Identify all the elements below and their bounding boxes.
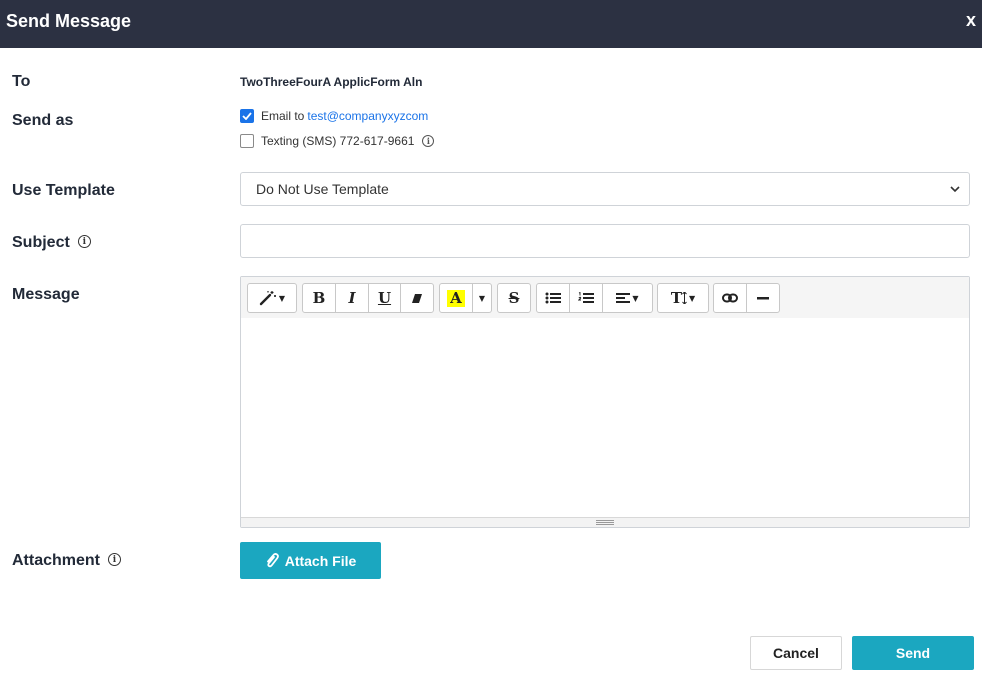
template-label: Use Template <box>12 182 115 199</box>
subject-label-text: Subject <box>12 234 70 251</box>
horizontal-rule-icon <box>757 296 769 299</box>
font-size-button[interactable]: T ▼ <box>658 284 708 312</box>
text-height-icon <box>682 292 687 304</box>
bullet-list-icon <box>545 292 561 304</box>
attachment-label: Attachment i <box>12 552 122 570</box>
bold-button[interactable]: B <box>303 284 336 312</box>
caret-down-icon: ▼ <box>689 293 696 303</box>
font-size-group: T ▼ <box>657 283 709 313</box>
list-group: ▼ <box>536 283 653 313</box>
template-selected-value: Do Not Use Template <box>256 181 389 197</box>
numbered-list-button[interactable] <box>570 284 603 312</box>
color-group: A ▼ <box>439 283 492 313</box>
bullet-list-button[interactable] <box>537 284 570 312</box>
email-option[interactable]: Email to test@companyxyzcom <box>240 109 428 123</box>
subject-input[interactable] <box>240 224 970 258</box>
strike-group: S <box>497 283 531 313</box>
dialog-title: Send Message <box>6 11 132 31</box>
caret-down-icon: ▼ <box>632 293 639 303</box>
sms-option[interactable]: Texting (SMS) 772-617-9661 i <box>240 134 435 148</box>
editor-resize-handle[interactable] <box>241 517 969 527</box>
attach-file-button[interactable]: Attach File <box>240 542 381 579</box>
subject-label: Subject i <box>12 234 91 252</box>
insert-group <box>713 283 780 313</box>
close-button[interactable]: x <box>966 10 976 31</box>
eraser-icon <box>412 294 422 303</box>
send-button[interactable]: Send <box>852 636 974 670</box>
to-label: To <box>12 73 31 90</box>
highlight-color-button[interactable]: A <box>440 284 473 312</box>
format-group: B I U <box>302 283 434 313</box>
info-icon[interactable]: i <box>77 235 91 249</box>
dialog-header: Send Message x <box>0 0 982 48</box>
align-button[interactable]: ▼ <box>603 284 652 312</box>
color-dropdown-button[interactable]: ▼ <box>473 284 491 312</box>
sms-checkbox[interactable] <box>240 134 254 148</box>
underline-button[interactable]: U <box>369 284 401 312</box>
send-as-label: Send as <box>12 112 74 129</box>
message-label: Message <box>12 286 80 303</box>
email-address-link[interactable]: test@companyxyzcom <box>307 109 428 123</box>
message-editor[interactable]: ▼ B I U A ▼ S ▼ T ▼ <box>240 276 970 528</box>
sms-option-label: Texting (SMS) 772-617-9661 <box>261 134 415 148</box>
italic-button[interactable]: I <box>336 284 369 312</box>
style-button[interactable]: ▼ <box>248 284 296 312</box>
email-checkbox[interactable] <box>240 109 254 123</box>
numbered-list-icon <box>578 292 594 303</box>
paperclip-icon <box>266 552 279 567</box>
horizontal-rule-button[interactable] <box>747 284 779 312</box>
strikethrough-button[interactable]: S <box>498 284 530 312</box>
highlight-letter: A <box>447 289 465 307</box>
font-size-letter: T <box>670 289 682 307</box>
template-select[interactable]: Do Not Use Template <box>240 172 970 206</box>
align-left-icon <box>616 293 631 303</box>
email-option-label: Email to <box>261 109 305 123</box>
magic-wand-icon <box>259 291 276 306</box>
link-icon <box>722 293 738 303</box>
info-icon[interactable]: i <box>108 553 122 567</box>
link-button[interactable] <box>714 284 747 312</box>
style-group: ▼ <box>247 283 297 313</box>
eraser-button[interactable] <box>401 284 433 312</box>
cancel-button[interactable]: Cancel <box>750 636 842 670</box>
caret-down-icon: ▼ <box>478 293 486 303</box>
message-body[interactable] <box>241 318 969 518</box>
editor-toolbar: ▼ B I U A ▼ S ▼ T ▼ <box>241 277 969 318</box>
to-recipient: TwoThreeFourA ApplicForm Aln <box>240 75 423 89</box>
attach-file-label: Attach File <box>284 552 357 569</box>
grip-icon <box>596 520 614 525</box>
caret-down-icon: ▼ <box>278 293 286 303</box>
info-icon[interactable]: i <box>422 135 435 147</box>
attachment-label-text: Attachment <box>12 552 101 569</box>
chevron-down-icon <box>950 186 960 193</box>
